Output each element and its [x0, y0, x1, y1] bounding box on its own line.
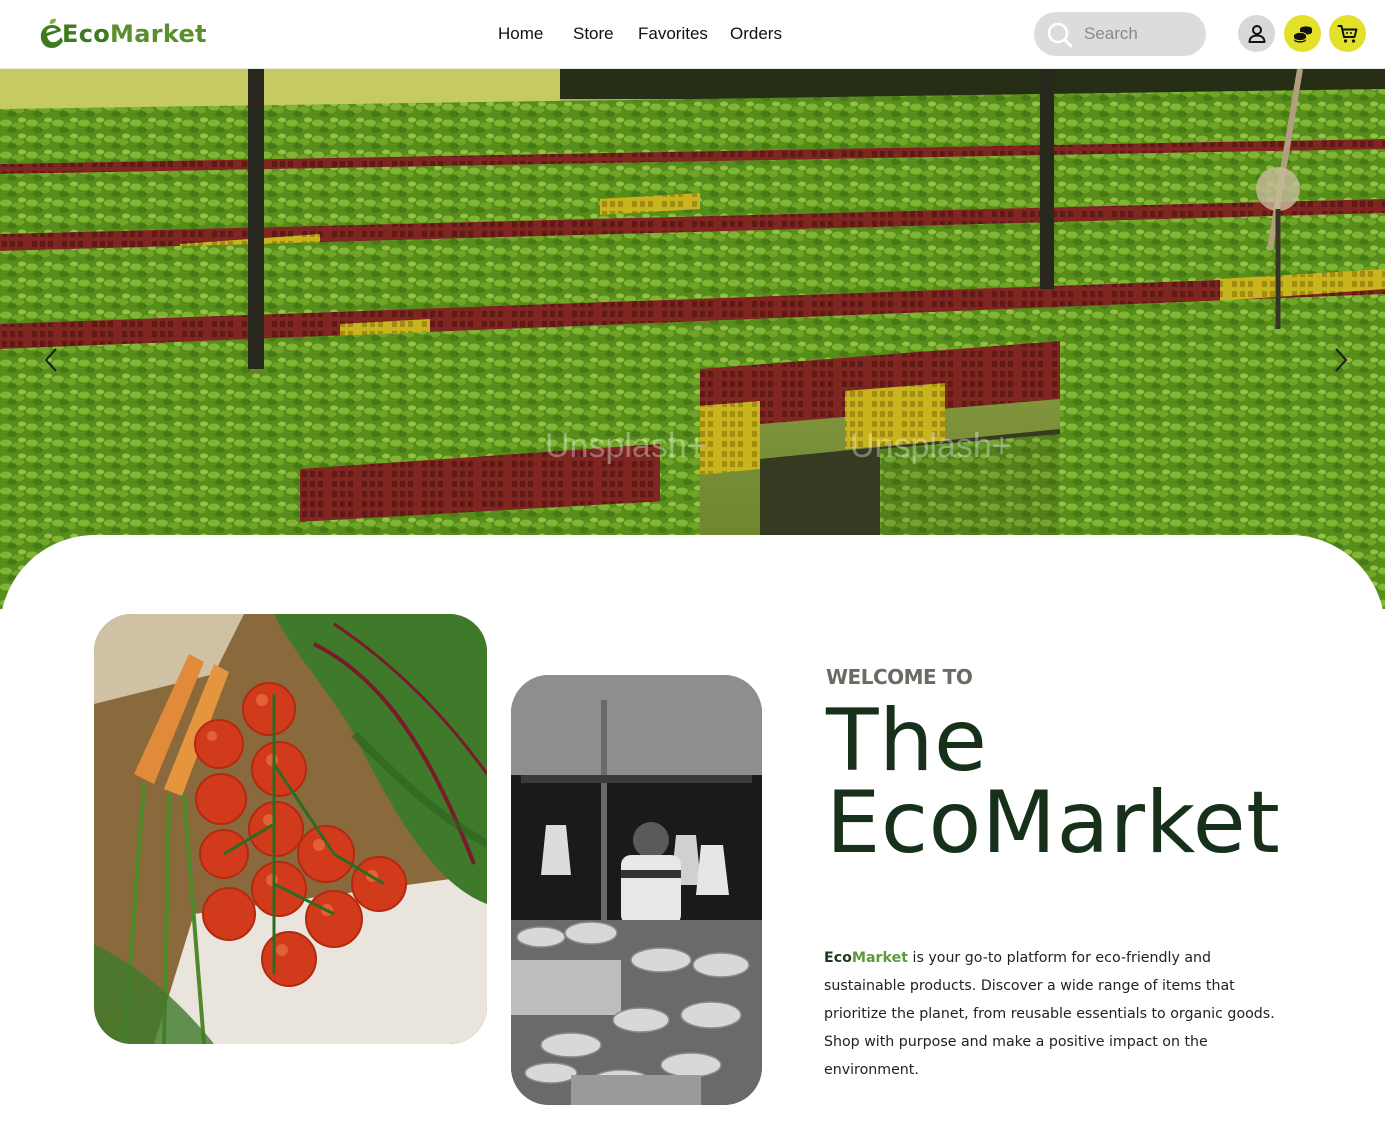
description-text: is your go-to platform for eco-friendly … — [824, 950, 1275, 1078]
chevron-left-icon[interactable] — [40, 345, 62, 375]
hero-watermark: Unsplash+ — [850, 427, 1012, 465]
nav-orders[interactable]: Orders — [730, 24, 782, 44]
title-line-1: The — [826, 691, 988, 791]
user-icon — [1248, 24, 1265, 43]
cart-icon — [1337, 24, 1357, 43]
greenhouse-hero-image — [0, 69, 1385, 609]
nav-favorites[interactable]: Favorites — [638, 24, 708, 44]
account-button[interactable] — [1238, 15, 1275, 52]
vegetables-photo — [94, 614, 487, 1044]
nav-home[interactable]: Home — [498, 24, 543, 44]
coins-button[interactable] — [1284, 15, 1321, 52]
page-title: The EcoMarket — [826, 691, 1281, 873]
top-header: EcoMarket Home Store Favorites Orders — [0, 0, 1385, 69]
brand-name-eco: Eco — [824, 950, 852, 966]
logo-wordmark: EcoMarket — [62, 20, 207, 48]
hero-banner: Unsplash+ Unsplash+ — [0, 69, 1385, 609]
hero-watermark: Unsplash+ — [545, 427, 707, 465]
brand-name-market: Market — [851, 950, 909, 966]
coins-icon — [1293, 25, 1312, 43]
about-description: EcoMarket is your go-to platform for eco… — [824, 944, 1294, 1084]
site-logo[interactable]: EcoMarket — [38, 16, 207, 54]
title-line-2: EcoMarket — [826, 773, 1281, 873]
search-input[interactable] — [1084, 20, 1194, 48]
search-bar[interactable] — [1034, 12, 1206, 56]
welcome-eyebrow: WELCOME TO — [826, 665, 973, 689]
chevron-right-icon[interactable] — [1330, 345, 1352, 375]
nav-store[interactable]: Store — [573, 24, 614, 44]
cart-button[interactable] — [1329, 15, 1366, 52]
search-icon — [1047, 22, 1073, 48]
market-stall-photo — [511, 675, 762, 1105]
